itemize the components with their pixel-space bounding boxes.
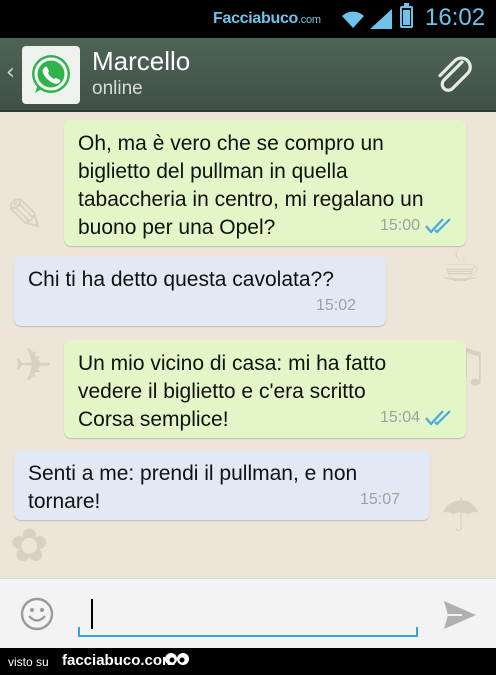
chat-area[interactable]: ✎ ☕ ✈ ♫ ☂ ✿ Oh, ma è vero che se compro … xyxy=(0,112,496,578)
wallpaper-doodle-icon: ✈ xyxy=(14,338,53,392)
wallpaper-doodle-icon: ✿ xyxy=(10,518,49,572)
wallpaper-doodle-icon: ✎ xyxy=(6,188,45,242)
message-input-bar xyxy=(0,578,496,648)
status-bar: Facciabuco.com 16:02 xyxy=(0,0,496,38)
contact-status: online xyxy=(92,78,143,99)
message-bubble-outgoing[interactable]: Un mio vicino di casa: mi ha fatto veder… xyxy=(64,340,466,438)
footer-visto: visto su xyxy=(8,655,49,669)
brand-main: Facciabuco xyxy=(213,10,299,27)
message-meta: 15:07 xyxy=(360,486,400,514)
wifi-icon xyxy=(342,11,364,28)
emoji-icon[interactable] xyxy=(20,597,54,631)
message-bubble-incoming[interactable]: Chi ti ha detto questa cavolata?? 15:02 xyxy=(14,256,386,326)
double-check-icon xyxy=(425,218,451,234)
text-caret xyxy=(91,599,93,629)
battery-icon xyxy=(400,3,413,28)
message-text: Chi ti ha detto questa cavolata?? xyxy=(28,268,334,291)
paperclip-icon[interactable] xyxy=(432,54,476,98)
avatar[interactable] xyxy=(22,46,80,104)
message-meta: 15:02 xyxy=(316,292,356,320)
message-meta: 15:00 xyxy=(380,212,454,240)
message-text: Senti a me: prendi il pullman, e non tor… xyxy=(28,462,358,513)
message-bubble-incoming[interactable]: Senti a me: prendi il pullman, e non tor… xyxy=(14,450,430,520)
double-check-icon xyxy=(425,410,451,426)
status-brand: Facciabuco.com xyxy=(213,10,321,28)
contact-name: Marcello xyxy=(92,46,191,76)
status-clock: 16:02 xyxy=(425,4,486,31)
whatsapp-logo-icon xyxy=(32,55,70,93)
send-icon[interactable] xyxy=(442,599,478,631)
footer-watermark: visto su facciabuco.com xyxy=(0,648,496,675)
wallpaper-doodle-icon: ☕ xyxy=(440,238,482,292)
message-field[interactable] xyxy=(78,593,418,637)
eyes-logo-icon xyxy=(165,653,189,665)
brand-suffix: .com xyxy=(298,14,321,26)
message-bubble-outgoing[interactable]: Oh, ma è vero che se compro un biglietto… xyxy=(64,120,466,246)
chat-header[interactable]: ‹ Marcello online xyxy=(0,38,496,112)
signal-icon xyxy=(370,9,392,29)
footer-site[interactable]: facciabuco.com xyxy=(62,652,175,669)
message-time: 15:02 xyxy=(315,297,356,314)
message-time: 15:00 xyxy=(379,217,420,234)
message-input[interactable] xyxy=(84,597,404,631)
message-time: 15:07 xyxy=(359,491,400,508)
back-icon[interactable]: ‹ xyxy=(6,60,15,85)
wallpaper-doodle-icon: ☂ xyxy=(440,488,482,542)
message-meta: 15:04 xyxy=(380,404,454,432)
message-time: 15:04 xyxy=(379,409,420,426)
